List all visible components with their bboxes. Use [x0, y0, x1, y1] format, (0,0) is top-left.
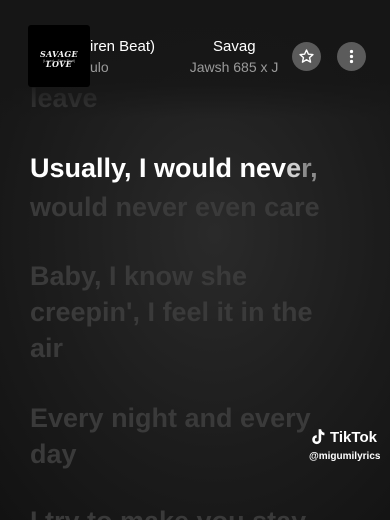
album-art[interactable]: SAVAGE LOVE (Laxed – Siren Beat): [28, 25, 90, 87]
lyric-active-fade-2: r,: [301, 153, 318, 183]
lyric-line: air: [30, 333, 64, 363]
favorite-button[interactable]: [292, 42, 321, 71]
more-options-button[interactable]: [337, 42, 366, 71]
lyric-line: Baby, I know she: [30, 261, 248, 291]
lyric-line-active: Usually, I would never,: [30, 150, 370, 186]
more-vertical-icon: [349, 49, 354, 64]
lyric-line: would never even care: [30, 192, 320, 222]
track-artist: ulo Jawsh 685 x J: [90, 59, 278, 75]
lyric-line: creepin', I feel it in the: [30, 297, 313, 327]
tiktok-icon: [312, 429, 325, 445]
lyric-line: I try to make you stay: [30, 503, 370, 520]
tiktok-watermark: TikTok: [310, 428, 377, 446]
album-art-subtitle: (Laxed – Siren Beat): [42, 59, 76, 63]
tiktok-brand: TikTok: [330, 428, 377, 446]
track-info-marquee[interactable]: iren Beat) Savag ulo Jawsh 685 x J: [90, 30, 290, 82]
now-playing-header: SAVAGE LOVE (Laxed – Siren Beat) iren Be…: [0, 0, 390, 118]
star-icon: [299, 49, 314, 63]
tiktok-handle: @migumilyrics: [309, 451, 381, 462]
lyric-active-fade-1: e: [286, 153, 302, 183]
track-artist-segment: ulo: [90, 59, 109, 75]
track-title-segment: iren Beat): [90, 38, 156, 55]
lyric-active-text: Usually, I would nev: [30, 153, 287, 183]
track-title-segment: Savag: [213, 38, 256, 55]
track-title: iren Beat) Savag: [90, 38, 256, 55]
track-artist-segment: Jawsh 685 x J: [189, 59, 279, 75]
lyrics-screen: leave Usually, I would never, would neve…: [0, 0, 390, 520]
